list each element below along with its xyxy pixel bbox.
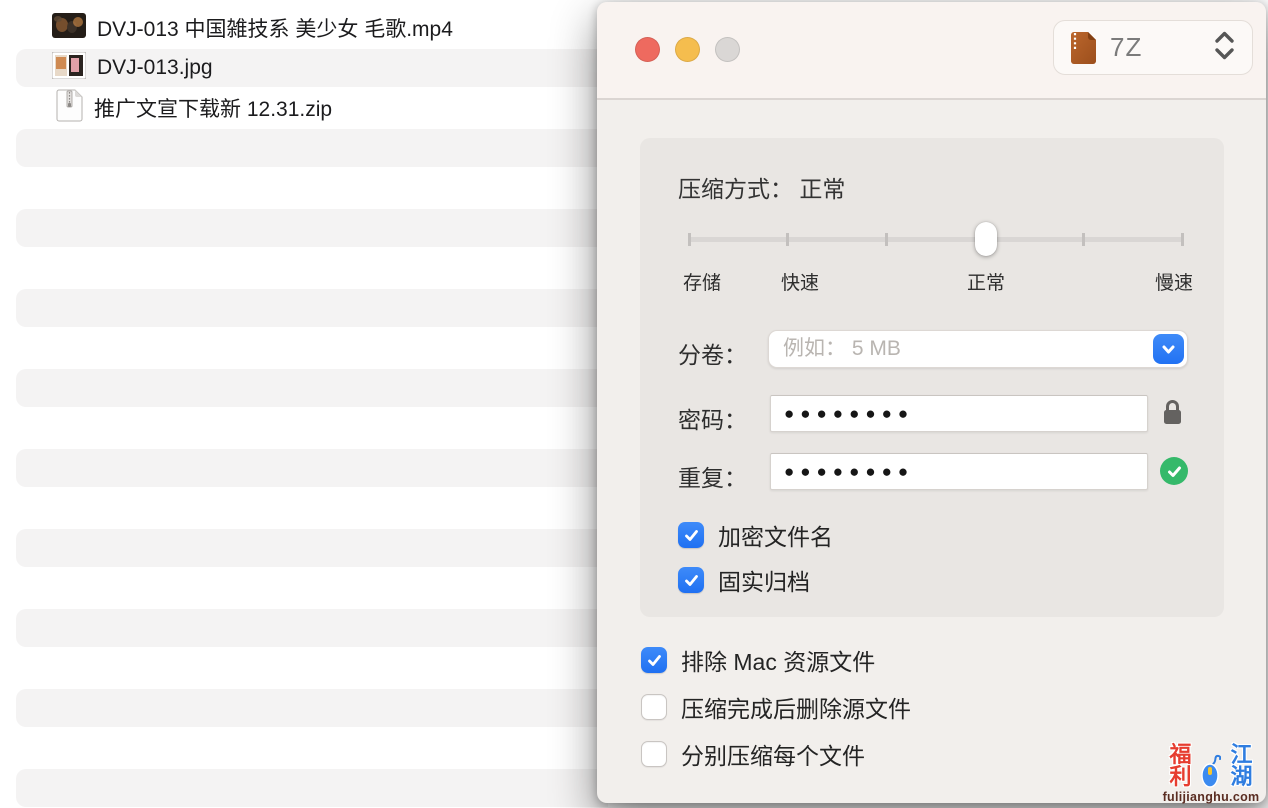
watermark-brand-right: 江湖 <box>1222 744 1261 788</box>
mouse-logo-icon <box>1201 754 1221 788</box>
checkbox-checked-icon[interactable] <box>678 522 704 548</box>
compression-level-slider[interactable] <box>688 222 1184 256</box>
slider-thumb[interactable] <box>975 222 997 256</box>
slider-tick <box>1181 233 1184 246</box>
solid-archive-row[interactable]: 固实归档 <box>678 563 810 597</box>
list-stripe-row <box>16 529 608 567</box>
file-row-zip[interactable]: 推广文宣下载新 12.31.zip <box>0 88 640 128</box>
lock-icon <box>1161 398 1184 432</box>
slider-label-normal: 正常 <box>967 268 1005 295</box>
compression-settings-panel: 压缩方式： 正常 存储 快速 正常 慢速 分卷： 密码： <box>640 138 1224 617</box>
minimize-button[interactable] <box>675 37 700 62</box>
compress-separately-row[interactable]: 分别压缩每个文件 <box>641 737 865 771</box>
watermark-brand-left: 福利 <box>1161 744 1200 788</box>
repeat-field[interactable] <box>770 453 1148 490</box>
password-match-check-icon <box>1160 457 1188 485</box>
split-size-input[interactable] <box>783 331 1143 367</box>
compress-separately-label: 分别压缩每个文件 <box>681 737 865 771</box>
split-size-combobox[interactable] <box>768 330 1188 368</box>
password-label: 密码： <box>678 401 747 435</box>
list-stripe-row <box>16 449 608 487</box>
compression-method-value: 正常 <box>799 176 845 202</box>
file-row-jpg[interactable]: DVJ-013.jpg <box>0 48 640 88</box>
zip-file-icon <box>56 89 83 127</box>
list-stripe-row <box>16 369 608 407</box>
chevron-up-down-icon <box>1213 30 1236 66</box>
watermark-domain: fulijianghu.com <box>1161 791 1261 804</box>
repeat-label: 重复： <box>678 459 747 493</box>
video-thumbnail-icon <box>52 13 86 43</box>
list-stripe-row <box>16 689 608 727</box>
slider-label-slow: 慢速 <box>1155 268 1193 295</box>
list-stripe-row <box>16 209 608 247</box>
exclude-mac-resources-label: 排除 Mac 资源文件 <box>681 643 875 677</box>
file-name: DVJ-013.jpg <box>97 56 213 80</box>
slider-tick <box>885 233 888 246</box>
solid-archive-label: 固实归档 <box>718 563 810 597</box>
checkbox-unchecked-icon[interactable] <box>641 694 667 720</box>
slider-label-fast: 快速 <box>781 268 819 295</box>
split-label: 分卷： <box>678 336 747 370</box>
image-thumbnail-icon <box>52 52 86 84</box>
split-size-dropdown-button[interactable] <box>1153 334 1184 364</box>
encrypt-filenames-row[interactable]: 加密文件名 <box>678 518 833 552</box>
close-button[interactable] <box>635 37 660 62</box>
password-input[interactable] <box>784 396 1134 431</box>
7z-archive-icon <box>1070 31 1097 65</box>
file-row-mp4[interactable]: DVJ-013 中国雑技系 美少女 毛歌.mp4 <box>0 8 640 48</box>
checkbox-unchecked-icon[interactable] <box>641 741 667 767</box>
slider-tick <box>1082 233 1085 246</box>
delete-after-compression-row[interactable]: 压缩完成后删除源文件 <box>641 690 911 724</box>
site-watermark: 福利 江湖 fulijianghu.com <box>1161 744 1261 804</box>
list-stripe-row <box>16 609 608 647</box>
keka-compression-window: 7Z 压缩方式： 正常 存储 快速 正常 慢速 分卷： <box>597 2 1266 803</box>
format-value: 7Z <box>1110 32 1142 63</box>
window-titlebar[interactable]: 7Z <box>597 2 1266 100</box>
checkbox-checked-icon[interactable] <box>641 647 667 673</box>
slider-tick <box>688 233 691 246</box>
encrypt-filenames-label: 加密文件名 <box>718 518 833 552</box>
list-stripe-row <box>16 129 608 167</box>
slider-label-store: 存储 <box>683 268 721 295</box>
list-stripe-row <box>16 289 608 327</box>
checkbox-checked-icon[interactable] <box>678 567 704 593</box>
slider-tick <box>786 233 789 246</box>
chevron-down-icon <box>1159 340 1178 359</box>
zoom-button-disabled <box>715 37 740 62</box>
file-name: DVJ-013 中国雑技系 美少女 毛歌.mp4 <box>97 13 453 43</box>
list-stripe-row <box>16 769 608 807</box>
compression-method-label: 压缩方式： 正常 <box>678 170 845 204</box>
password-field[interactable] <box>770 395 1148 432</box>
exclude-mac-resources-row[interactable]: 排除 Mac 资源文件 <box>641 643 875 677</box>
slider-track[interactable] <box>688 237 1184 242</box>
finder-file-list: DVJ-013 中国雑技系 美少女 毛歌.mp4 DVJ-013.jpg 推广文… <box>0 0 640 808</box>
delete-after-compression-label: 压缩完成后删除源文件 <box>681 690 911 724</box>
repeat-input[interactable] <box>784 454 1134 489</box>
archive-format-dropdown[interactable]: 7Z <box>1053 20 1253 75</box>
file-name: 推广文宣下载新 12.31.zip <box>94 93 332 123</box>
